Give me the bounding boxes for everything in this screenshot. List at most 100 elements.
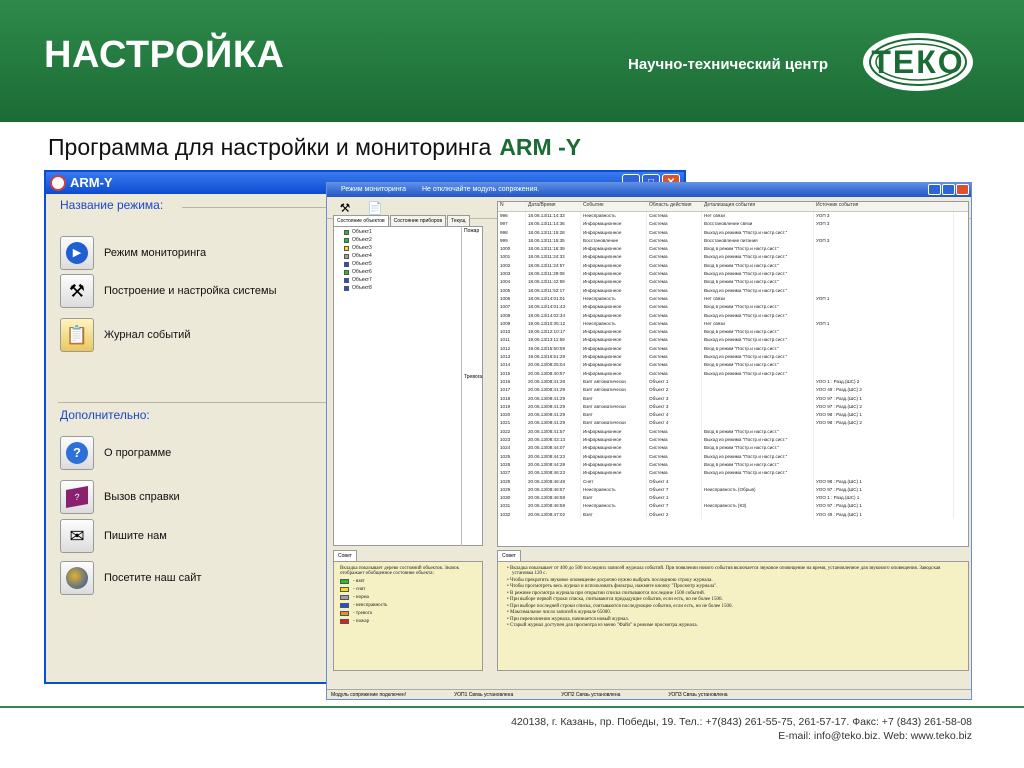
table-row[interactable]: 1001 18.06.13/11:24:33 Информационное Систе… [498, 253, 968, 262]
table-row[interactable]: 1020 20.06.13/08:41:29 Взят Объект 4 УОО 98 … [498, 411, 968, 420]
status-uop2: УОП2 Связь установлена [561, 691, 621, 698]
col-header[interactable]: N [498, 202, 526, 211]
table-row[interactable]: 996 18.06.13/11:14:33 Неисправность Система… [498, 212, 968, 221]
event-log-table: N Дата/Время Событие Область действия Де… [497, 201, 969, 547]
tree-item[interactable]: Объект4 [344, 253, 372, 259]
table-row[interactable]: 1030 20.06.13/08:46:58 Взят Объект 1 УОО 1 :… [498, 494, 968, 503]
tree-item[interactable]: Объект5 [344, 261, 372, 267]
menu-item-help[interactable]: ? Вызов справки [60, 480, 180, 514]
table-cell: 1009 [498, 319, 526, 329]
table-row[interactable]: 997 18.06.13/11:14:36 Информационное Систем… [498, 220, 968, 229]
minimize-button[interactable] [928, 184, 941, 195]
table-cell [814, 286, 954, 295]
maximize-button[interactable] [942, 184, 955, 195]
table-row[interactable]: 1014 20.06.13/08:25:04 Информационное Систе… [498, 361, 968, 370]
help-icon: ? [60, 436, 94, 470]
log-view-icon[interactable]: 📄 [367, 200, 383, 216]
col-header[interactable]: Область действия [647, 202, 702, 211]
table-row[interactable]: 1006 18.06.13/14:01:01 Неисправность Систем… [498, 294, 968, 304]
tab-device-state[interactable]: Состояние приборов [389, 215, 447, 226]
table-row[interactable]: 1015 20.06.13/08:40:57 Информационное Систе… [498, 369, 968, 378]
col-header[interactable]: Дата/Время [526, 202, 581, 211]
table-cell: Система [647, 353, 702, 362]
table-cell: 1025 [498, 452, 526, 461]
table-row[interactable]: 1007 18.06.13/14:01:43 Информационное Систе… [498, 303, 968, 312]
hint-tab-right[interactable]: Совет [497, 550, 521, 561]
col-header[interactable]: Детализация события [702, 202, 814, 211]
tree-item[interactable]: Объект3 [344, 245, 372, 251]
table-row[interactable]: 1003 18.06.13/11:29:08 Информационное Систе… [498, 270, 968, 279]
tree-item[interactable]: Объект2 [344, 237, 372, 243]
table-row[interactable]: 1026 20.06.13/08:44:29 Информационное Систе… [498, 460, 968, 470]
table-row[interactable]: 1008 18.06.13/14:02:34 Информационное Систе… [498, 311, 968, 320]
close-button[interactable] [956, 184, 969, 195]
table-row[interactable]: 1029 20.06.13/08:46:57 Неисправность Объект… [498, 485, 968, 495]
subtitle-text: Программа для настройки и мониторинга [48, 134, 492, 160]
table-row[interactable]: 1018 20.06.13/08:41:29 Взят Объект 3 УОО 97 … [498, 394, 968, 403]
menu-item-write-us[interactable]: ✉ Пишите нам [60, 519, 167, 553]
table-row[interactable]: 1000 18.06.13/11:16:39 Информационное Систе… [498, 245, 968, 254]
menu-item-monitoring[interactable]: ▶ Режим мониторинга [60, 236, 206, 270]
table-row[interactable]: 1004 18.06.13/11:42:59 Информационное Систе… [498, 278, 968, 287]
arm-menu-panel: Название режима: ▶ Режим мониторинга ⚒ П… [52, 198, 328, 678]
legend-item: - неисправность [340, 603, 476, 608]
table-row[interactable]: 1028 20.06.13/08:46:48 Снят Объект 4 УОО 98 … [498, 477, 968, 486]
table-cell [814, 253, 954, 262]
table-cell: УОО 49 : Разд.(ШС) 2 [814, 386, 954, 395]
table-cell: 18.06.13/11:52:17 [526, 286, 581, 295]
tab-current[interactable]: Текущ [447, 215, 470, 226]
col-header[interactable]: Источник события [814, 202, 954, 211]
table-row[interactable]: 1009 19.06.13/10:35:12 Неисправность Систем… [498, 319, 968, 329]
status-uop3: УОП3 Связь установлена [668, 691, 728, 698]
monitoring-window-titlebar[interactable]: Режим мониторинга Не отключайте модуль с… [327, 183, 971, 197]
table-row[interactable]: 1017 20.06.13/08:41:29 Взят автоматически О… [498, 386, 968, 395]
table-cell: Выход из режима "Постр.и настр.сист." [702, 253, 814, 262]
tree-item[interactable]: Объект6 [344, 269, 372, 275]
table-row[interactable]: 1019 20.06.13/08:41:29 Взят автоматически О… [498, 402, 968, 412]
tree-item[interactable]: Объект7 [344, 277, 372, 283]
table-row[interactable]: 1002 18.06.13/11:24:57 Информационное Систе… [498, 261, 968, 271]
table-row[interactable]: 998 18.06.13/11:15:28 Информационное Систем… [498, 228, 968, 237]
footer-address: 420138, г. Казань, пр. Победы, 19. Тел.:… [511, 716, 972, 728]
table-cell: Выход из режима "Постр.и настр.сист." [702, 228, 814, 237]
tab-object-state[interactable]: Состояние объектов [333, 215, 389, 226]
menu-item-setup[interactable]: ⚒ Построение и настройка системы [60, 274, 277, 308]
table-row[interactable]: 1025 20.06.13/08:44:23 Информационное Систе… [498, 452, 968, 461]
table-cell: УОО 97 : Разд.(ШС) 1 [814, 394, 954, 403]
table-row[interactable]: 999 18.06.13/11:15:35 Восстановление Систем… [498, 236, 968, 246]
settings-tool-icon[interactable]: ⚒ [337, 200, 353, 216]
table-cell: УОО 97 : Разд.(ШС) 1 [814, 502, 954, 511]
tree-item[interactable]: Объект1 [344, 229, 372, 235]
hint-paragraph: • При выборе первой строки списка, считы… [507, 597, 723, 602]
menu-item-event-log[interactable]: 📋 Журнал событий [60, 318, 190, 352]
table-row[interactable]: 1031 20.06.13/08:46:59 Неисправность Объект… [498, 502, 968, 511]
table-cell: 1021 [498, 419, 526, 428]
table-row[interactable]: 1013 19.06.13/16:51:29 Информационное Систе… [498, 353, 968, 362]
table-cell: 20.06.13/08:44:23 [526, 452, 581, 461]
table-cell: 20.06.13/08:44:29 [526, 460, 581, 470]
table-row[interactable]: 1024 20.06.13/08:44:07 Информационное Систе… [498, 444, 968, 453]
status-dot [344, 245, 349, 251]
table-row[interactable]: 1022 20.06.13/08:41:57 Информационное Систе… [498, 427, 968, 437]
table-cell: Информационное [581, 469, 647, 478]
menu-item-website[interactable]: Посетите наш сайт [60, 561, 201, 595]
legend-label: - взят [353, 579, 365, 584]
table-row[interactable]: 1012 19.06.13/15:50:59 Информационное Систе… [498, 344, 968, 354]
fire-label: Пожар [464, 228, 480, 234]
table-row[interactable]: 1027 20.06.13/08:46:23 Информационное Систе… [498, 469, 968, 478]
tree-item[interactable]: Объект8 [344, 285, 372, 291]
table-row[interactable]: 1032 20.06.13/08:47:02 Взят Объект 2 УОО 49 … [498, 510, 968, 519]
table-cell: УОО 49 : Разд.(ШС) 1 [814, 510, 954, 519]
table-row[interactable]: 1016 20.06.13/08:41:28 Взят автоматически О… [498, 377, 968, 387]
hint-tab-left[interactable]: Совет [333, 550, 357, 561]
table-row[interactable]: 1011 19.06.13/13:11:59 Информационное Систе… [498, 336, 968, 345]
col-header[interactable]: Событие [581, 202, 647, 211]
table-cell: Вход в режим "Постр.и настр.сист." [702, 261, 814, 271]
table-row[interactable]: 1021 20.06.13/08:41:29 Взят автоматически О… [498, 419, 968, 428]
menu-item-about[interactable]: ? О программе [60, 436, 171, 470]
table-row[interactable]: 1023 20.06.13/08:43:13 Информационное Систе… [498, 436, 968, 445]
table-cell: Система [647, 336, 702, 345]
table-row[interactable]: 1010 19.06.13/12:10:17 Информационное Систе… [498, 328, 968, 337]
table-row[interactable]: 1005 18.06.13/11:52:17 Информационное Систе… [498, 286, 968, 295]
legend-swatch [340, 603, 349, 608]
